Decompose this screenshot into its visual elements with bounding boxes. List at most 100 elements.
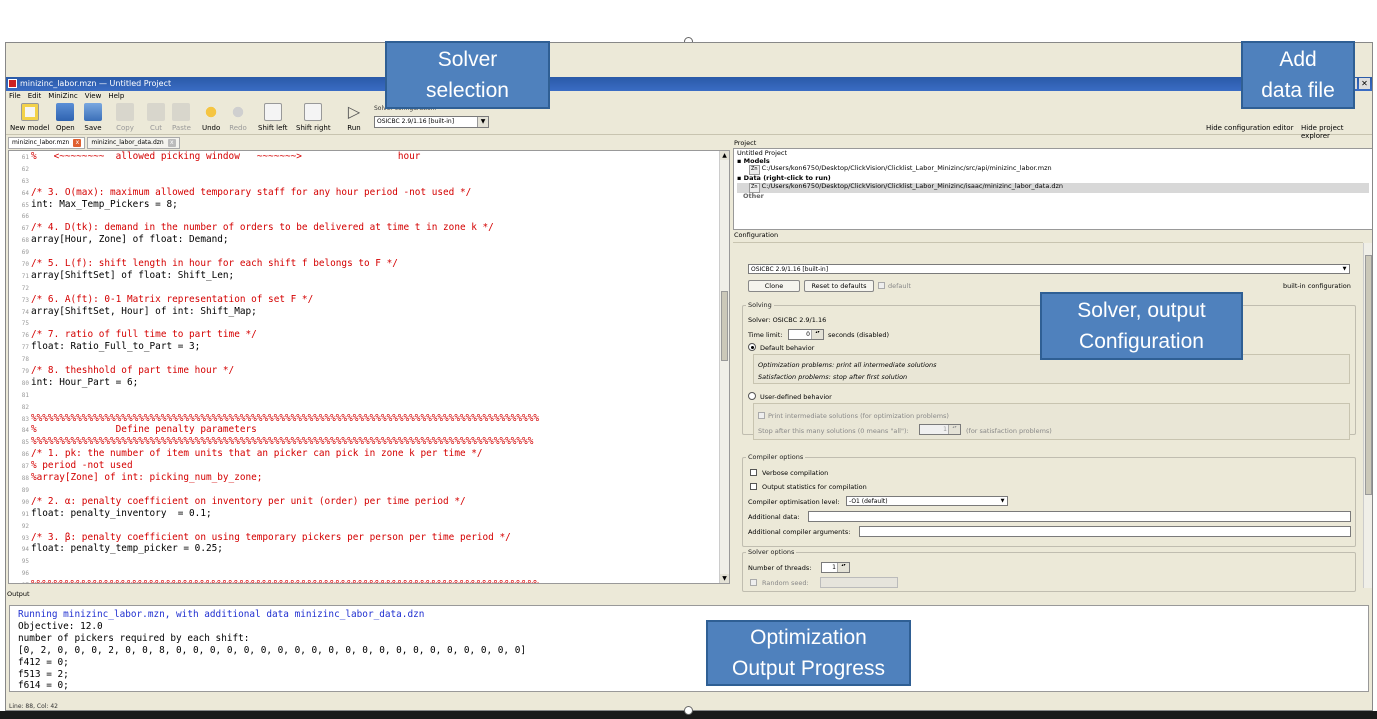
code-text: % Define penalty parameters bbox=[31, 424, 257, 436]
stop-after-input[interactable]: 1 bbox=[919, 424, 961, 435]
tree-data-file[interactable]: Zn C:/Users/kon6750/Desktop/ClickVision/C… bbox=[737, 181, 1369, 193]
run-button[interactable]: ▷ Run bbox=[345, 103, 363, 133]
menu-edit[interactable]: Edit bbox=[28, 91, 42, 101]
paste-button[interactable]: Paste bbox=[172, 103, 191, 132]
configuration-panel-title: Configuration bbox=[734, 231, 779, 239]
tab-minizinc-labor-data-dzn[interactable]: minizinc_labor_data.dzn x bbox=[87, 137, 180, 149]
editor-tab-bar: minizinc_labor.mzn x minizinc_labor_data… bbox=[6, 137, 731, 149]
reset-to-defaults-button[interactable]: Reset to defaults bbox=[804, 280, 874, 292]
random-seed-checkbox[interactable] bbox=[750, 579, 757, 586]
redo-label: Redo bbox=[229, 124, 247, 132]
line-number: 91 bbox=[21, 510, 29, 518]
code-line: 96 bbox=[9, 567, 729, 579]
output-panel-title: Output bbox=[7, 590, 30, 598]
shift-left-label: Shift left bbox=[258, 124, 288, 132]
copy-button[interactable]: Copy bbox=[116, 103, 134, 132]
code-line: 64/* 3. O(max): maximum allowed temporar… bbox=[9, 187, 729, 199]
default-behavior-radio[interactable] bbox=[748, 343, 756, 351]
tree-data-path: C:/Users/kon6750/Desktop/ClickVision/Cli… bbox=[761, 181, 1064, 190]
config-solver-select[interactable]: OSICBC 2.9/1.16 [built-in] ▼ bbox=[748, 264, 1350, 274]
undo-button[interactable]: Undo bbox=[202, 103, 220, 132]
print-intermediate-checkbox[interactable] bbox=[758, 412, 765, 419]
additional-data-input[interactable] bbox=[808, 511, 1351, 522]
paste-label: Paste bbox=[172, 124, 191, 132]
shift-right-button[interactable]: Shift right bbox=[296, 103, 331, 132]
code-text: /* 3. β: penalty coefficient on using te… bbox=[31, 531, 511, 543]
tab-minizinc-labor-mzn[interactable]: minizinc_labor.mzn x bbox=[8, 137, 86, 149]
close-icon[interactable]: x bbox=[73, 139, 82, 147]
code-line: 74 array[ShiftSet, Hour] of int: Shift_Ma… bbox=[9, 306, 729, 318]
code-text: /* 3. O(max): maximum allowed temporary … bbox=[31, 186, 472, 198]
user-defined-behavior-radio[interactable] bbox=[748, 392, 756, 400]
redo-button[interactable]: Redo bbox=[229, 103, 247, 132]
callout-optimization-output-progress: Optimization Output Progress bbox=[706, 620, 911, 686]
save-button[interactable]: Save bbox=[84, 103, 102, 132]
line-number: 64 bbox=[21, 189, 29, 197]
project-explorer: Project Untitled Project ▪ Models Zn C:/U… bbox=[733, 139, 1372, 231]
threads-input[interactable]: 1 bbox=[821, 562, 850, 573]
tree-other-heading[interactable]: Other bbox=[737, 191, 1369, 201]
satisfaction-info: Satisfaction problems: stop after first … bbox=[758, 373, 908, 381]
app-icon bbox=[8, 79, 17, 88]
optimisation-level-select[interactable]: -O1 (default) ▼ bbox=[846, 496, 1008, 506]
new-model-label: New model bbox=[10, 124, 50, 132]
output-lines: Running minizinc_labor.mzn, with additio… bbox=[18, 609, 1360, 691]
shift-right-icon bbox=[304, 103, 323, 121]
default-checkbox[interactable] bbox=[878, 282, 885, 289]
callout-line-1: Optimization bbox=[750, 626, 867, 649]
shift-left-button[interactable]: Shift left bbox=[258, 103, 287, 132]
cut-button[interactable]: Cut bbox=[147, 103, 165, 132]
print-intermediate-label: Print intermediate solutions (for optimi… bbox=[768, 412, 949, 420]
configuration-scrollbar[interactable] bbox=[1363, 243, 1372, 588]
tree-root[interactable]: Untitled Project bbox=[737, 149, 1369, 158]
solver-options-title: Solver options bbox=[746, 548, 797, 556]
code-line: 94 float: penalty_temp_picker = 0.25; bbox=[9, 543, 729, 555]
new-model-button[interactable]: New model bbox=[10, 103, 49, 132]
menu-view[interactable]: View bbox=[85, 91, 102, 101]
close-icon[interactable]: x bbox=[167, 139, 176, 147]
output-statistics-checkbox[interactable] bbox=[750, 483, 757, 490]
open-button[interactable]: Open bbox=[56, 103, 75, 132]
editor-scrollbar[interactable]: ▲ ▼ bbox=[719, 151, 729, 583]
time-limit-suffix: seconds (disabled) bbox=[828, 331, 890, 339]
scrollbar-thumb[interactable] bbox=[721, 291, 728, 361]
clone-button[interactable]: Clone bbox=[748, 280, 800, 292]
code-text: /* 7. ratio of full time to part time */ bbox=[31, 329, 257, 341]
new-model-icon bbox=[20, 103, 39, 121]
compiler-options-title: Compiler options bbox=[746, 453, 806, 461]
code-editor[interactable]: 61% <~~~~~~~~ allowed picking window ~~~… bbox=[8, 150, 730, 584]
menu-file[interactable]: File bbox=[9, 91, 21, 101]
code-text: array[ShiftSet, Hour] of int: Shift_Map; bbox=[31, 305, 257, 317]
menu-minizinc[interactable]: MiniZinc bbox=[48, 91, 77, 101]
output-console[interactable]: Running minizinc_labor.mzn, with additio… bbox=[9, 605, 1369, 692]
callout-line-1: Solver, output bbox=[1077, 299, 1206, 322]
scroll-down-icon[interactable]: ▼ bbox=[720, 574, 729, 583]
line-number: 97 bbox=[9, 580, 31, 583]
open-label: Open bbox=[56, 124, 75, 132]
solver-configuration-select[interactable]: OSICBC 2.9/1.16 [built-in] ▼ bbox=[374, 116, 489, 128]
tree-other-label: Other bbox=[743, 191, 764, 200]
close-icon[interactable]: ✕ bbox=[1359, 78, 1370, 89]
resize-handle-bottom[interactable] bbox=[684, 706, 693, 715]
code-line: 90/* 2. α: penalty coefficient on invent… bbox=[9, 496, 729, 508]
undo-label: Undo bbox=[202, 124, 221, 132]
code-text: int: Hour_Part = 6; bbox=[31, 376, 139, 388]
solving-group-title: Solving bbox=[746, 301, 774, 309]
random-seed-input[interactable] bbox=[820, 577, 898, 588]
code-text: float: Ratio_Full_to_Part = 3; bbox=[31, 341, 201, 353]
verbose-compilation-checkbox[interactable] bbox=[750, 469, 757, 476]
menu-help[interactable]: Help bbox=[108, 91, 124, 101]
tree-model-file[interactable]: Zn C:/Users/kon6750/Desktop/ClickVision/C… bbox=[737, 165, 1369, 176]
line-number: 82 bbox=[21, 403, 29, 411]
callout-line-2: selection bbox=[426, 79, 509, 102]
code-line: 72 bbox=[9, 282, 729, 294]
code-text: float: penalty_temp_picker = 0.25; bbox=[31, 543, 223, 555]
code-line: 66 bbox=[9, 210, 729, 222]
callout-solver-output-configuration: Solver, output Configuration bbox=[1040, 292, 1243, 360]
additional-arguments-input[interactable] bbox=[859, 526, 1351, 537]
scrollbar-thumb[interactable] bbox=[1365, 255, 1372, 495]
time-limit-input[interactable]: 0 bbox=[788, 329, 824, 340]
output-line: Objective: 12.0 bbox=[18, 620, 103, 632]
scroll-up-icon[interactable]: ▲ bbox=[720, 151, 729, 160]
code-line: 67/* 4. D(tk): demand in the number of o… bbox=[9, 222, 729, 234]
